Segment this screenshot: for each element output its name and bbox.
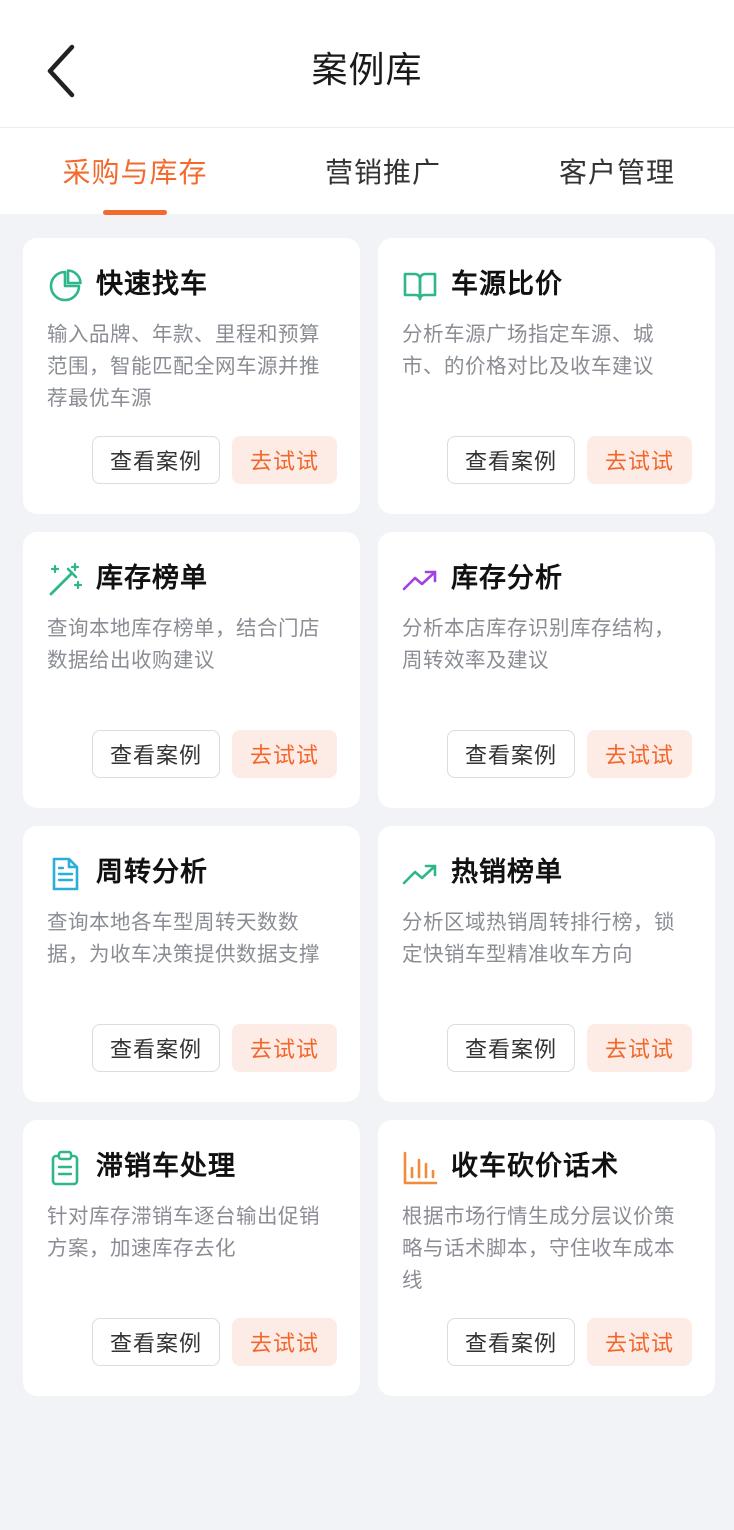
- case-card-bargaining-script[interactable]: 收车砍价话术 根据市场行情生成分层议价策略与话术脚本，守住收车成本线 查看案例 …: [378, 1120, 715, 1396]
- trending-up-icon: [402, 562, 438, 598]
- active-tab-indicator: [103, 210, 167, 215]
- view-case-button[interactable]: 查看案例: [92, 730, 220, 778]
- card-title: 周转分析: [96, 857, 208, 888]
- card-description: 输入品牌、年款、里程和预算范围，智能匹配全网车源并推荐最优车源: [47, 322, 320, 410]
- card-description: 针对库存滞销车逐台输出促销方案，加速库存去化: [47, 1204, 320, 1260]
- card-title: 快速找车: [96, 269, 208, 300]
- category-tabs: 采购与库存 营销推广 客户管理: [0, 128, 734, 215]
- card-description: 根据市场行情生成分层议价策略与话术脚本，守住收车成本线: [402, 1204, 675, 1292]
- card-description: 分析本店库存识别库存结构，周转效率及建议: [402, 616, 675, 672]
- case-card-slow-moving-cars[interactable]: 滞销车处理 针对库存滞销车逐台输出促销方案，加速库存去化 查看案例 去试试: [23, 1120, 360, 1396]
- view-case-button[interactable]: 查看案例: [92, 1024, 220, 1072]
- try-button[interactable]: 去试试: [232, 1318, 337, 1366]
- case-card-price-comparison[interactable]: 车源比价 分析车源广场指定车源、城市、的价格对比及收车建议 查看案例 去试试: [378, 238, 715, 514]
- view-case-button[interactable]: 查看案例: [447, 436, 575, 484]
- view-case-button[interactable]: 查看案例: [92, 436, 220, 484]
- case-card-hot-sales-ranking[interactable]: 热销榜单 分析区域热销周转排行榜，锁定快销车型精准收车方向 查看案例 去试试: [378, 826, 715, 1102]
- card-title: 库存榜单: [96, 563, 208, 594]
- card-title: 热销榜单: [451, 857, 563, 888]
- view-case-button[interactable]: 查看案例: [447, 1318, 575, 1366]
- bar-chart-icon: [402, 1150, 438, 1186]
- case-card-inventory-analysis[interactable]: 库存分析 分析本店库存识别库存结构，周转效率及建议 查看案例 去试试: [378, 532, 715, 808]
- pie-chart-icon: [47, 268, 83, 304]
- case-card-quick-find-car[interactable]: 快速找车 输入品牌、年款、里程和预算范围，智能匹配全网车源并推荐最优车源 查看案…: [23, 238, 360, 514]
- tab-purchase-inventory[interactable]: 采购与库存: [25, 128, 245, 214]
- card-title: 库存分析: [451, 563, 563, 594]
- view-case-button[interactable]: 查看案例: [447, 730, 575, 778]
- card-description: 分析区域热销周转排行榜，锁定快销车型精准收车方向: [402, 910, 675, 966]
- try-button[interactable]: 去试试: [232, 1024, 337, 1072]
- card-description: 分析车源广场指定车源、城市、的价格对比及收车建议: [402, 322, 654, 378]
- trending-up-icon: [402, 856, 438, 892]
- try-button[interactable]: 去试试: [232, 730, 337, 778]
- top-bar: 案例库: [0, 0, 734, 128]
- try-button[interactable]: 去试试: [587, 730, 692, 778]
- open-book-icon: [402, 268, 438, 304]
- card-description: 查询本地库存榜单，结合门店数据给出收购建议: [47, 616, 320, 672]
- card-title: 滞销车处理: [96, 1151, 236, 1182]
- tab-customer-management[interactable]: 客户管理: [507, 128, 727, 214]
- view-case-button[interactable]: 查看案例: [447, 1024, 575, 1072]
- magic-wand-icon: [47, 562, 83, 598]
- case-card-turnover-analysis[interactable]: 周转分析 查询本地各车型周转天数数据，为收车决策提供数据支撑 查看案例 去试试: [23, 826, 360, 1102]
- document-icon: [47, 856, 83, 892]
- card-title: 车源比价: [451, 269, 563, 300]
- card-description: 查询本地各车型周转天数数据，为收车决策提供数据支撑: [47, 910, 320, 966]
- clipboard-icon: [47, 1150, 83, 1186]
- try-button[interactable]: 去试试: [587, 1318, 692, 1366]
- page-title: 案例库: [311, 50, 423, 91]
- case-card-inventory-ranking[interactable]: 库存榜单 查询本地库存榜单，结合门店数据给出收购建议 查看案例 去试试: [23, 532, 360, 808]
- try-button[interactable]: 去试试: [587, 1024, 692, 1072]
- card-title: 收车砍价话术: [451, 1151, 619, 1182]
- view-case-button[interactable]: 查看案例: [92, 1318, 220, 1366]
- tab-marketing[interactable]: 营销推广: [273, 128, 493, 214]
- try-button[interactable]: 去试试: [587, 436, 692, 484]
- try-button[interactable]: 去试试: [232, 436, 337, 484]
